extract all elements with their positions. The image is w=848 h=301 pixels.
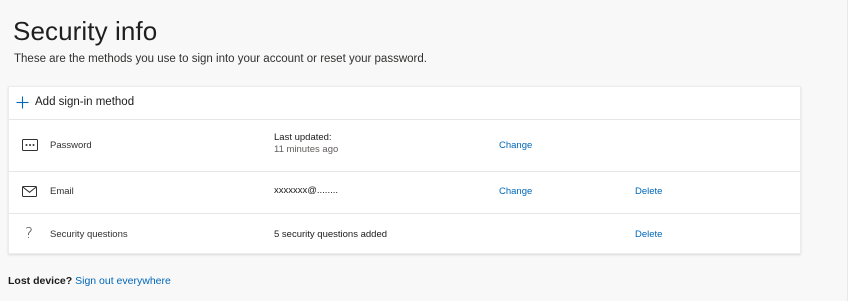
page-title: Security info <box>13 16 158 46</box>
method-name: Security questions <box>50 229 128 240</box>
method-name: Password <box>50 140 92 151</box>
email-address: xxxxxxx@........ <box>274 185 339 196</box>
email-icon <box>22 186 37 197</box>
security-methods-card: Add sign-in method Password Last updated… <box>8 86 801 254</box>
footer: Lost device? Sign out everywhere <box>8 275 171 287</box>
delete-security-questions-link[interactable]: Delete <box>635 229 662 240</box>
question-icon: ? <box>25 224 33 242</box>
security-info-page: { "page": { "title": "Security info", "s… <box>0 0 848 301</box>
plus-icon <box>16 96 29 109</box>
password-icon <box>22 139 38 151</box>
last-updated-label: Last updated: <box>274 132 332 143</box>
lost-device-label: Lost device? <box>8 275 73 287</box>
change-password-link[interactable]: Change <box>499 140 532 151</box>
delete-email-link[interactable]: Delete <box>635 186 662 197</box>
method-detail: Last updated: 11 minutes ago <box>274 132 338 156</box>
method-row-security-questions: ? Security questions 5 security question… <box>9 213 800 255</box>
method-name: Email <box>50 186 74 197</box>
add-sign-in-method-label: Add sign-in method <box>35 96 135 108</box>
method-row-password: Password Last updated: 11 minutes ago Ch… <box>9 119 800 172</box>
add-sign-in-method-button[interactable]: Add sign-in method <box>9 87 800 120</box>
page-subtitle: These are the methods you use to sign in… <box>14 53 427 65</box>
sign-out-everywhere-link[interactable]: Sign out everywhere <box>75 275 171 287</box>
method-row-email: Email xxxxxxx@........ Change Delete <box>9 171 800 214</box>
last-updated-value: 11 minutes ago <box>274 144 339 155</box>
change-email-link[interactable]: Change <box>499 186 532 197</box>
security-questions-detail: 5 security questions added <box>274 229 388 240</box>
